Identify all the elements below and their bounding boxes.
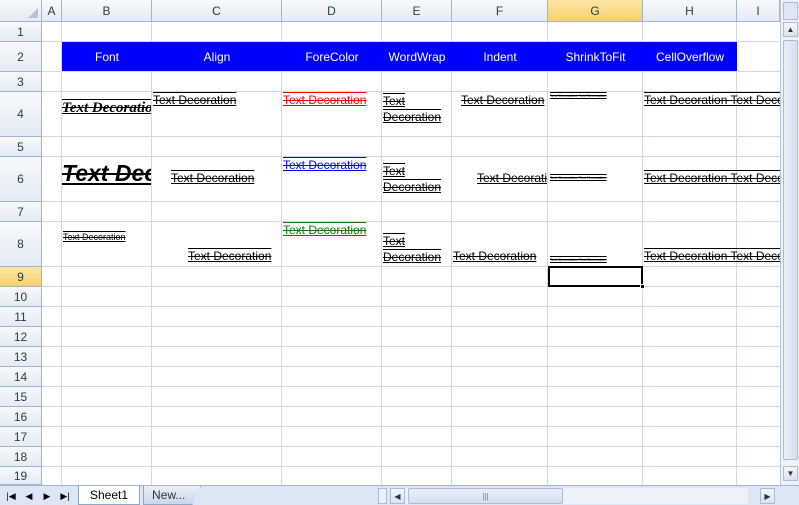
- tab-sheet1[interactable]: Sheet1: [78, 486, 140, 505]
- gridline: [42, 446, 780, 447]
- cell-c6[interactable]: Text Decoration: [171, 171, 254, 185]
- cell-g4[interactable]: Text Decoration Text Decoration: [550, 93, 607, 99]
- gridline: [42, 406, 780, 407]
- cell-g8[interactable]: Text Decoration Text Decoration: [550, 257, 607, 263]
- row-header-12[interactable]: 12: [0, 327, 42, 347]
- header-shrinktofit[interactable]: ShrinkToFit: [548, 42, 643, 71]
- cell-b4[interactable]: Text Decoration: [62, 99, 151, 117]
- cell-d4[interactable]: Text Decoration: [283, 93, 366, 107]
- header-align[interactable]: Align: [152, 42, 282, 71]
- gridline: [42, 71, 780, 72]
- header-forecolor[interactable]: ForeColor: [282, 42, 382, 71]
- vertical-split-box[interactable]: [783, 2, 798, 20]
- gridline: [42, 91, 780, 92]
- cell-f8[interactable]: Text Decoration: [453, 249, 547, 263]
- cell-b6[interactable]: Text Decoration: [62, 160, 151, 186]
- column-header-i[interactable]: I: [737, 0, 780, 22]
- row-header-5[interactable]: 5: [0, 137, 42, 157]
- cell-f4[interactable]: Text Decoration: [461, 93, 547, 107]
- row-header-17[interactable]: 17: [0, 427, 42, 447]
- horizontal-scrollbar[interactable]: ◀ ||| ▶: [378, 488, 778, 504]
- cell-e8-line1[interactable]: Text: [383, 233, 405, 249]
- row-header-16[interactable]: 16: [0, 407, 42, 427]
- cell-f6[interactable]: Text Decoration: [477, 171, 547, 185]
- row-header-19[interactable]: 19: [0, 467, 42, 485]
- select-all-corner[interactable]: [0, 0, 42, 22]
- next-sheet-icon[interactable]: ▶: [40, 489, 54, 503]
- gridline: [42, 386, 780, 387]
- row-header-15[interactable]: 15: [0, 387, 42, 407]
- scroll-up-icon[interactable]: ▲: [783, 22, 798, 37]
- column-header-d[interactable]: D: [282, 0, 382, 22]
- gridline: [42, 156, 780, 157]
- horizontal-split-box[interactable]: [378, 488, 387, 504]
- row-header-6[interactable]: 6: [0, 157, 42, 202]
- gridline: [42, 306, 780, 307]
- cell-c4[interactable]: Text Decoration: [153, 93, 236, 107]
- row-header-1[interactable]: 1: [0, 22, 42, 42]
- header-font[interactable]: Font: [62, 42, 152, 71]
- row-header-3[interactable]: 3: [0, 72, 42, 92]
- row-header-10[interactable]: 10: [0, 287, 42, 307]
- row-header-2[interactable]: 2: [0, 42, 42, 72]
- cell-e6-line2[interactable]: Decoration: [383, 179, 441, 195]
- spreadsheet-grid[interactable]: A B C D E F G H I 1 2 3 4 5 6 7 8 9 10 1…: [0, 0, 780, 485]
- cell-h6[interactable]: Text Decoration Text Decoration: [644, 171, 780, 185]
- cell-c8[interactable]: Text Decoration: [188, 249, 271, 263]
- row-header-14[interactable]: 14: [0, 367, 42, 387]
- cell-e4-line1[interactable]: Text: [383, 93, 405, 109]
- cell-e4-line2[interactable]: Decoration: [383, 109, 441, 125]
- tab-new-sheet[interactable]: New...: [143, 486, 201, 505]
- header-indent[interactable]: Indent: [452, 42, 548, 71]
- gridline: [42, 346, 780, 347]
- active-cell-g9[interactable]: [548, 266, 643, 287]
- cell-h4[interactable]: Text Decoration Text Decoration: [644, 93, 780, 107]
- cell-g6[interactable]: Text Decoration Text Decoration: [550, 175, 607, 181]
- row-header-13[interactable]: 13: [0, 347, 42, 367]
- gridline: [42, 286, 780, 287]
- cell-d6[interactable]: Text Decoration: [283, 158, 366, 172]
- column-header-g[interactable]: G: [548, 0, 643, 22]
- cell-d8[interactable]: Text Decoration: [283, 223, 366, 237]
- sheet-tab-bar: |◀ ◀ ▶ ▶| Sheet1 New... ◀ ||| ▶: [0, 485, 799, 505]
- cell-h8[interactable]: Text Decoration Text Decoration: [644, 249, 780, 263]
- gridline: [42, 201, 780, 202]
- row-header-18[interactable]: 18: [0, 447, 42, 467]
- gridline: [42, 136, 780, 137]
- gridline: [42, 326, 780, 327]
- vertical-scrollbar[interactable]: ▲ ▼: [780, 0, 799, 485]
- scroll-right-icon[interactable]: ▶: [760, 488, 775, 504]
- cell-b8[interactable]: Text Decoration: [63, 232, 126, 243]
- vertical-scroll-thumb[interactable]: [783, 40, 798, 460]
- column-header-c[interactable]: C: [152, 0, 282, 22]
- gridline: [42, 366, 780, 367]
- gridline: [42, 221, 780, 222]
- cell-e6-line1[interactable]: Text: [383, 163, 405, 179]
- header-celloverflow[interactable]: CellOverflow: [643, 42, 737, 71]
- horizontal-scroll-thumb[interactable]: |||: [408, 488, 563, 504]
- row-header-8[interactable]: 8: [0, 222, 42, 267]
- cell-e8-line2[interactable]: Decoration: [383, 249, 441, 265]
- column-header-h[interactable]: H: [643, 0, 737, 22]
- gridline: [42, 266, 780, 267]
- row-header-9[interactable]: 9: [0, 267, 42, 287]
- row-header-4[interactable]: 4: [0, 92, 42, 137]
- fill-handle[interactable]: [640, 284, 645, 289]
- first-sheet-icon[interactable]: |◀: [4, 489, 18, 503]
- gridline: [42, 466, 780, 467]
- row-header-7[interactable]: 7: [0, 202, 42, 222]
- prev-sheet-icon[interactable]: ◀: [22, 489, 36, 503]
- row-header-11[interactable]: 11: [0, 307, 42, 327]
- column-header-a[interactable]: A: [42, 0, 62, 22]
- gridline: [42, 426, 780, 427]
- scroll-down-icon[interactable]: ▼: [783, 466, 798, 481]
- column-header-e[interactable]: E: [382, 0, 452, 22]
- column-header-b[interactable]: B: [62, 0, 152, 22]
- header-wordwrap[interactable]: WordWrap: [382, 42, 452, 71]
- scroll-left-icon[interactable]: ◀: [390, 488, 405, 504]
- last-sheet-icon[interactable]: ▶|: [58, 489, 72, 503]
- column-header-f[interactable]: F: [452, 0, 548, 22]
